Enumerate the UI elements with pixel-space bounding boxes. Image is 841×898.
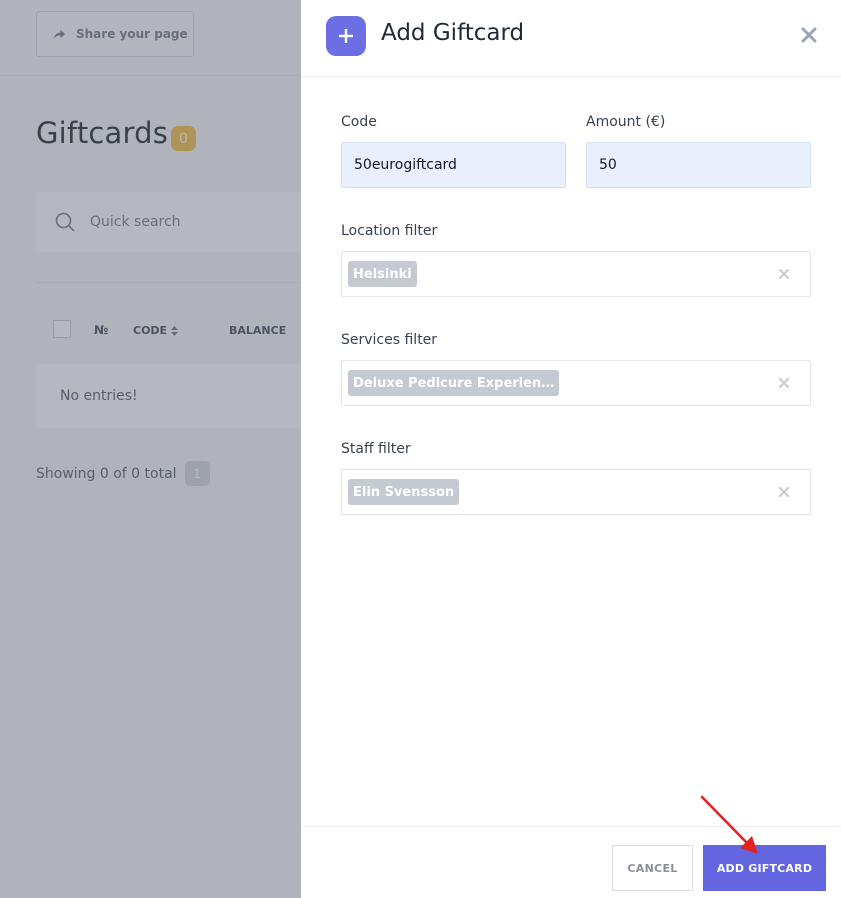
location-chip[interactable]: Helsinki <box>348 261 417 287</box>
staff-filter-label: Staff filter <box>341 441 411 457</box>
code-input[interactable] <box>341 142 566 188</box>
close-icon <box>801 27 817 43</box>
location-filter-label: Location filter <box>341 223 438 239</box>
close-button[interactable] <box>798 24 820 46</box>
clear-icon[interactable] <box>778 486 790 498</box>
code-label: Code <box>341 114 377 130</box>
staff-chip[interactable]: Elin Svensson <box>348 479 460 505</box>
drawer-header: Add Giftcard <box>301 0 841 77</box>
clear-icon[interactable] <box>778 377 790 389</box>
services-chip[interactable]: Deluxe Pedicure Experien… <box>348 370 560 396</box>
add-giftcard-drawer: Add Giftcard Code Amount (€) Location fi… <box>301 0 841 898</box>
clear-icon[interactable] <box>778 268 790 280</box>
cancel-button[interactable]: CANCEL <box>612 845 693 891</box>
amount-label: Amount (€) <box>586 114 666 130</box>
services-filter-label: Services filter <box>341 332 438 348</box>
staff-filter-select[interactable]: Elin Svensson <box>341 469 811 515</box>
services-filter-select[interactable]: Deluxe Pedicure Experien… <box>341 360 811 406</box>
plus-icon <box>326 16 366 56</box>
drawer-footer: CANCEL ADD GIFTCARD <box>301 826 841 898</box>
location-filter-select[interactable]: Helsinki <box>341 251 811 297</box>
annotation-arrow-icon <box>700 795 758 854</box>
amount-input[interactable] <box>586 142 811 188</box>
drawer-title: Add Giftcard <box>381 20 525 46</box>
